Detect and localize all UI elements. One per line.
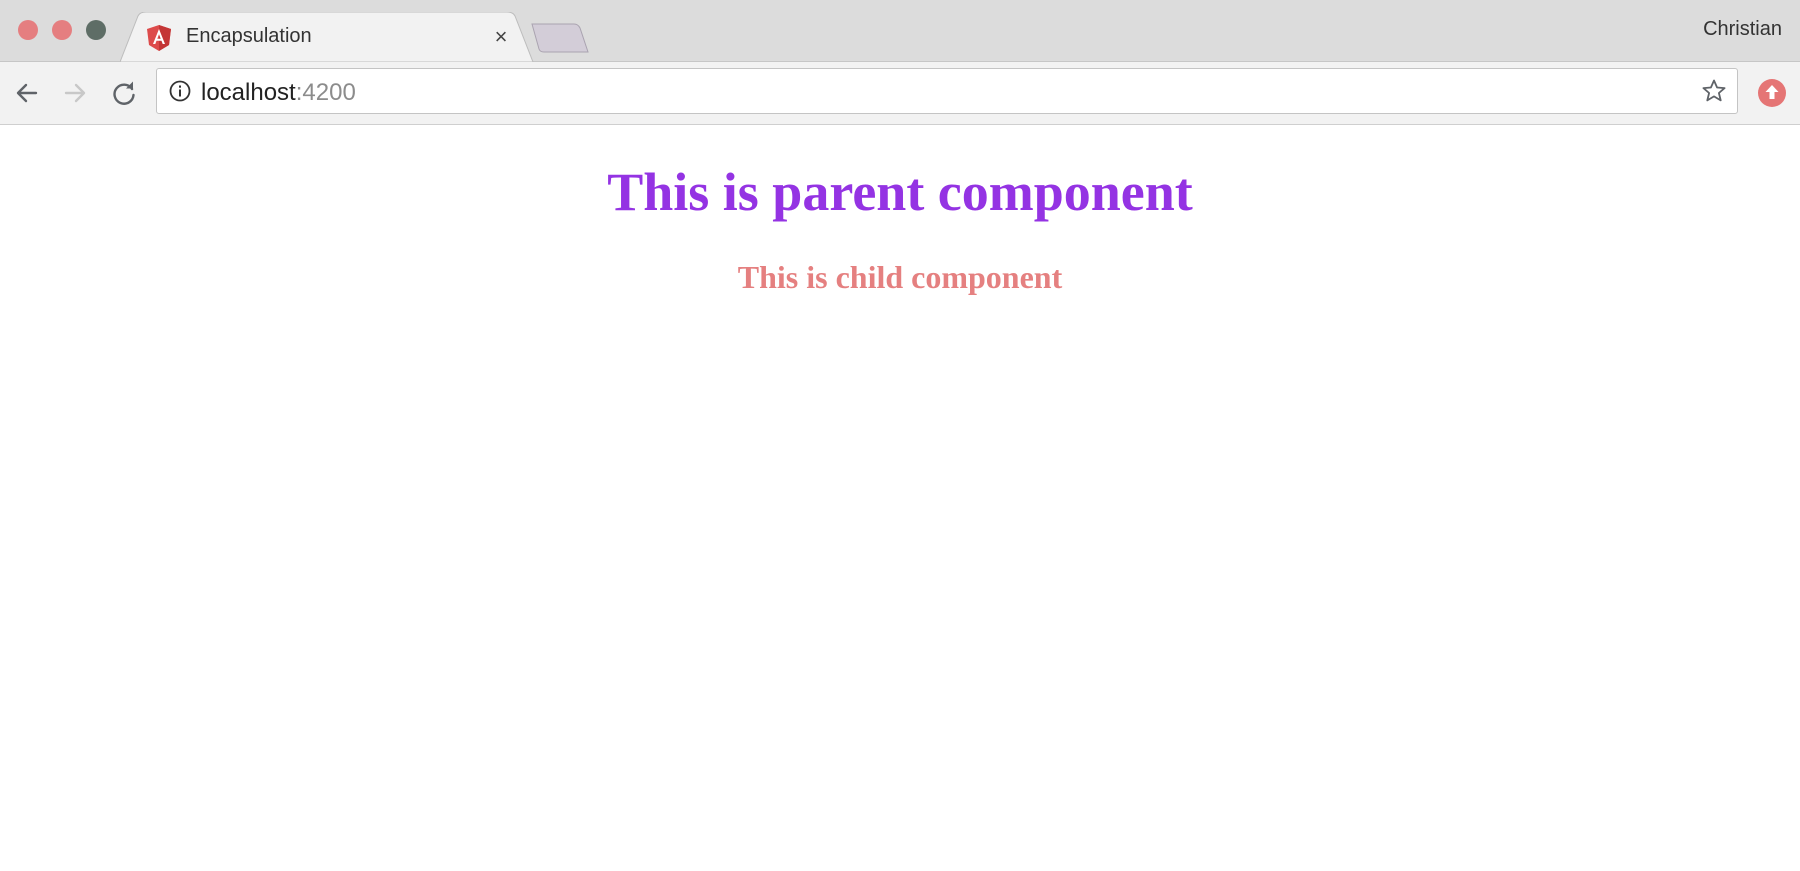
angular-icon <box>147 25 171 51</box>
address-bar[interactable]: localhost:4200 <box>156 68 1738 114</box>
url-text[interactable]: localhost:4200 <box>201 79 356 107</box>
tab-encapsulation[interactable]: Encapsulation × <box>120 12 535 62</box>
tab-close-icon[interactable]: × <box>488 24 514 50</box>
tab-strip: Encapsulation × Christian <box>0 0 1800 62</box>
tab-title: Encapsulation <box>186 25 312 47</box>
parent-component-heading: This is parent component <box>607 162 1193 222</box>
info-icon[interactable] <box>169 80 191 102</box>
profile-name[interactable]: Christian <box>1703 18 1782 41</box>
url-host: localhost <box>201 79 296 106</box>
child-component-heading: This is child component <box>737 259 1063 296</box>
new-tab-button[interactable] <box>530 22 590 54</box>
page-content: This is parent component This is child c… <box>0 125 1800 871</box>
star-icon[interactable] <box>1701 78 1727 104</box>
extension-icon[interactable] <box>1757 78 1787 108</box>
tab-background <box>120 12 534 62</box>
url-port: :4200 <box>295 79 356 106</box>
reload-icon[interactable] <box>108 77 140 109</box>
back-arrow-icon[interactable] <box>11 77 43 109</box>
window-zoom-button[interactable] <box>86 20 106 40</box>
window-minimize-button[interactable] <box>52 20 72 40</box>
window-close-button[interactable] <box>18 20 38 40</box>
forward-arrow-icon[interactable] <box>59 77 91 109</box>
browser-toolbar: localhost:4200 <box>0 62 1800 125</box>
